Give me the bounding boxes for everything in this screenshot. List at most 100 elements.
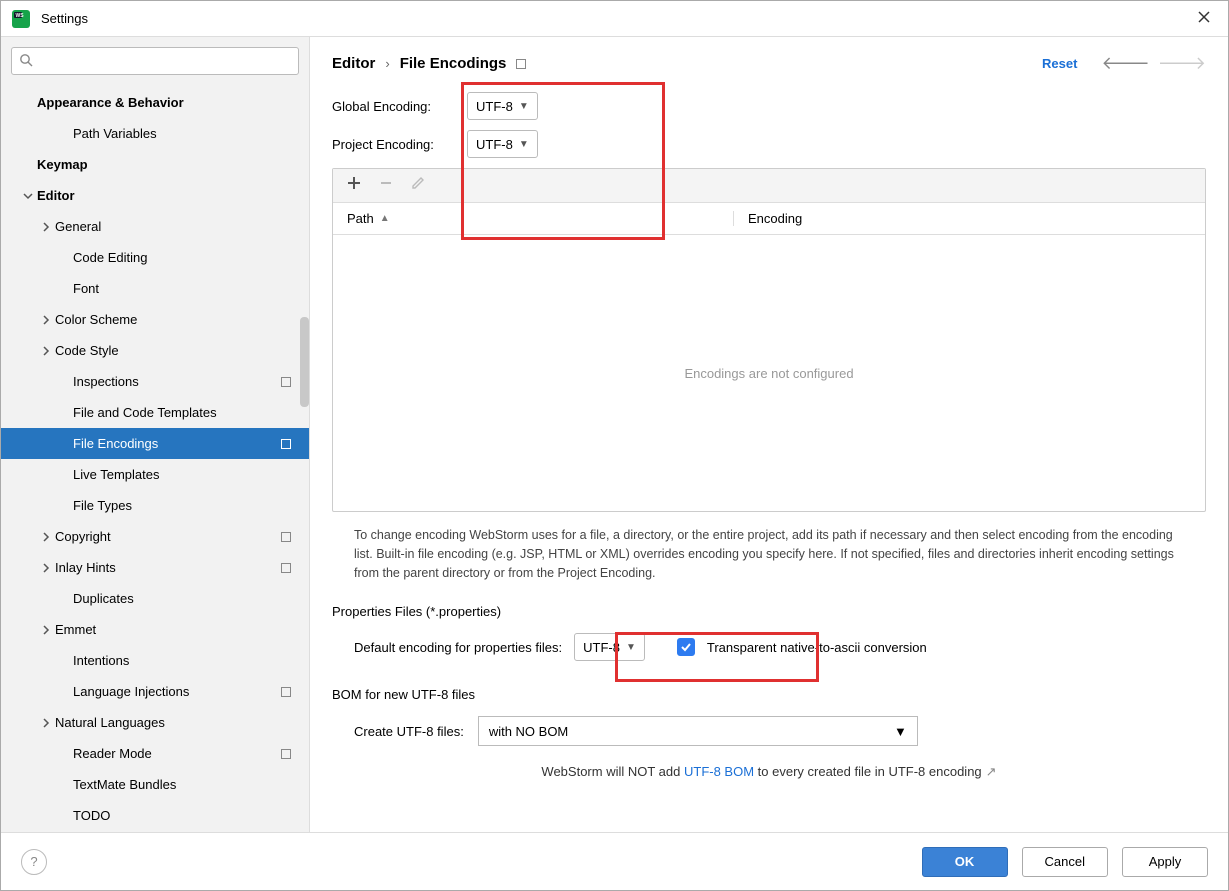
sidebar-item-label: File and Code Templates <box>73 405 309 420</box>
transparent-conversion-label[interactable]: Transparent native-to-ascii conversion <box>707 640 927 655</box>
sidebar-item-label: Language Injections <box>73 684 281 699</box>
sidebar-item-label: Code Style <box>55 343 309 358</box>
sidebar-item-inspections[interactable]: Inspections <box>1 366 309 397</box>
sidebar-item-color-scheme[interactable]: Color Scheme <box>1 304 309 335</box>
edit-icon <box>411 176 425 195</box>
encodings-table: Path ▲ Encoding Encodings are not config… <box>332 168 1206 512</box>
content-panel: Editor › File Encodings Reset 🡐 🡒 Global… <box>310 37 1228 832</box>
sidebar-item-label: Natural Languages <box>55 715 309 730</box>
help-text: To change encoding WebStorm uses for a f… <box>354 526 1184 582</box>
chevron-down-icon: ▼ <box>519 139 529 150</box>
sidebar-item-font[interactable]: Font <box>1 273 309 304</box>
breadcrumb-root[interactable]: Editor <box>332 55 375 72</box>
breadcrumb-page: File Encodings <box>400 55 507 72</box>
sidebar-item-label: Path Variables <box>73 126 309 141</box>
sidebar-item-keymap[interactable]: Keymap <box>1 149 309 180</box>
breadcrumb: Editor › File Encodings Reset 🡐 🡒 <box>332 53 1206 74</box>
scope-badge-icon <box>281 532 291 542</box>
external-link-icon: ↗ <box>986 764 997 779</box>
reset-button[interactable]: Reset <box>1042 56 1077 71</box>
sidebar-item-path-variables[interactable]: Path Variables <box>1 118 309 149</box>
sidebar-item-label: Emmet <box>55 622 309 637</box>
sidebar-item-label: File Encodings <box>73 436 281 451</box>
sidebar-item-general[interactable]: General <box>1 211 309 242</box>
sidebar-item-code-style[interactable]: Code Style <box>1 335 309 366</box>
sidebar-item-natural-languages[interactable]: Natural Languages <box>1 707 309 738</box>
sidebar-item-label: Duplicates <box>73 591 309 606</box>
project-encoding-dropdown[interactable]: UTF-8 ▼ <box>467 130 538 158</box>
add-icon[interactable] <box>347 176 361 195</box>
search-input[interactable] <box>11 47 299 75</box>
app-icon: WS <box>11 9 31 29</box>
properties-encoding-dropdown[interactable]: UTF-8 ▼ <box>574 633 645 661</box>
table-empty-text: Encodings are not configured <box>333 235 1205 511</box>
chevron-down-icon <box>19 191 37 201</box>
sidebar-item-file-types[interactable]: File Types <box>1 490 309 521</box>
column-encoding[interactable]: Encoding <box>733 211 1205 226</box>
apply-button[interactable]: Apply <box>1122 847 1208 877</box>
chevron-right-icon <box>37 315 55 325</box>
sidebar-item-duplicates[interactable]: Duplicates <box>1 583 309 614</box>
scope-badge-icon <box>281 687 291 697</box>
sidebar-item-language-injections[interactable]: Language Injections <box>1 676 309 707</box>
sidebar-item-todo[interactable]: TODO <box>1 800 309 831</box>
sidebar-item-label: General <box>55 219 309 234</box>
chevron-right-icon: › <box>385 56 389 71</box>
sort-asc-icon: ▲ <box>380 213 390 224</box>
ok-button[interactable]: OK <box>922 847 1008 877</box>
transparent-conversion-checkbox[interactable] <box>677 638 695 656</box>
properties-section-title: Properties Files (*.properties) <box>332 604 1206 619</box>
chevron-right-icon <box>37 563 55 573</box>
settings-tree[interactable]: Appearance & Behavior Path Variables Keyma… <box>1 83 309 832</box>
chevron-right-icon <box>37 532 55 542</box>
sidebar-item-file-and-code-templates[interactable]: File and Code Templates <box>1 397 309 428</box>
sidebar-item-textmate-bundles[interactable]: TextMate Bundles <box>1 769 309 800</box>
global-encoding-dropdown[interactable]: UTF-8 ▼ <box>467 92 538 120</box>
remove-icon <box>379 176 393 195</box>
help-button[interactable]: ? <box>21 849 47 875</box>
sidebar-item-label: Live Templates <box>73 467 309 482</box>
sidebar-item-label: File Types <box>73 498 309 513</box>
sidebar-item-copyright[interactable]: Copyright <box>1 521 309 552</box>
bom-note: WebStorm will NOT add UTF-8 BOM to every… <box>332 764 1206 780</box>
scope-badge-icon <box>516 59 526 69</box>
bom-section-title: BOM for new UTF-8 files <box>332 687 1206 702</box>
nav-back-icon[interactable]: 🡐 <box>1101 53 1149 74</box>
sidebar-item-label: Color Scheme <box>55 312 309 327</box>
utf8-bom-link[interactable]: UTF-8 BOM <box>684 764 754 779</box>
chevron-right-icon <box>37 346 55 356</box>
sidebar-item-label: Font <box>73 281 309 296</box>
sidebar-item-label: Editor <box>37 188 309 203</box>
sidebar-item-file-encodings[interactable]: File Encodings <box>1 428 309 459</box>
cancel-button[interactable]: Cancel <box>1022 847 1108 877</box>
sidebar-item-label: Intentions <box>73 653 309 668</box>
dialog-footer: ? OK Cancel Apply <box>1 832 1228 890</box>
chevron-down-icon: ▼ <box>519 101 529 112</box>
sidebar-item-label: Copyright <box>55 529 281 544</box>
sidebar-item-appearance-behavior[interactable]: Appearance & Behavior <box>1 87 309 118</box>
scope-badge-icon <box>281 377 291 387</box>
column-path[interactable]: Path ▲ <box>333 211 733 226</box>
sidebar-item-live-templates[interactable]: Live Templates <box>1 459 309 490</box>
sidebar-item-intentions[interactable]: Intentions <box>1 645 309 676</box>
sidebar-item-label: TODO <box>73 808 309 823</box>
chevron-right-icon <box>37 718 55 728</box>
chevron-right-icon <box>37 222 55 232</box>
close-button[interactable] <box>1190 6 1218 32</box>
svg-text:WS: WS <box>16 13 25 19</box>
sidebar-item-reader-mode[interactable]: Reader Mode <box>1 738 309 769</box>
sidebar-item-inlay-hints[interactable]: Inlay Hints <box>1 552 309 583</box>
chevron-right-icon <box>37 625 55 635</box>
sidebar-item-emmet[interactable]: Emmet <box>1 614 309 645</box>
bom-create-label: Create UTF-8 files: <box>354 724 464 739</box>
bom-create-dropdown[interactable]: with NO BOM ▼ <box>478 716 918 746</box>
project-encoding-label: Project Encoding: <box>332 137 467 152</box>
table-header[interactable]: Path ▲ Encoding <box>333 203 1205 235</box>
nav-forward-icon: 🡒 <box>1158 53 1206 74</box>
sidebar-item-editor[interactable]: Editor <box>1 180 309 211</box>
properties-encoding-label: Default encoding for properties files: <box>354 640 562 655</box>
titlebar: WS Settings <box>1 1 1228 37</box>
sidebar-item-code-editing[interactable]: Code Editing <box>1 242 309 273</box>
sidebar-item-label: Appearance & Behavior <box>37 95 309 110</box>
scope-badge-icon <box>281 749 291 759</box>
